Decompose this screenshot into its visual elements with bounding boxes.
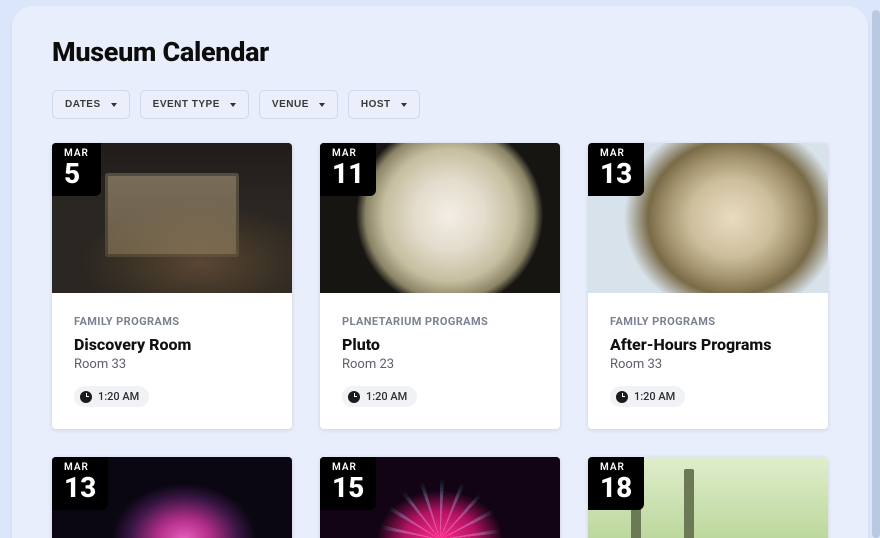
filter-event-type[interactable]: EVENT TYPE: [140, 90, 249, 119]
filter-bar: DATES EVENT TYPE VENUE HOST: [52, 90, 828, 119]
date-badge: MAR 13: [52, 457, 108, 510]
event-card[interactable]: MAR 18: [588, 457, 828, 538]
date-day: 13: [64, 474, 96, 502]
filter-label: EVENT TYPE: [153, 99, 220, 110]
event-body: PLANETARIUM PROGRAMS Pluto Room 23 1:20 …: [320, 293, 560, 429]
event-card[interactable]: MAR 13: [52, 457, 292, 538]
clock-icon: [616, 391, 628, 403]
filter-dates[interactable]: DATES: [52, 90, 130, 119]
filter-label: DATES: [65, 99, 101, 110]
date-badge: MAR 5: [52, 143, 101, 196]
event-body: FAMILY PROGRAMS Discovery Room Room 33 1…: [52, 293, 292, 429]
clock-icon: [348, 391, 360, 403]
date-badge: MAR 15: [320, 457, 376, 510]
date-day: 5: [64, 160, 89, 188]
filter-label: VENUE: [272, 99, 309, 110]
date-badge: MAR 18: [588, 457, 644, 510]
date-day: 13: [600, 160, 632, 188]
event-thumbnail: MAR 13: [52, 457, 292, 538]
event-card[interactable]: MAR 5 FAMILY PROGRAMS Discovery Room Roo…: [52, 143, 292, 429]
chevron-down-icon: [230, 103, 236, 107]
event-time: 1:20 AM: [366, 390, 407, 403]
date-day: 11: [332, 160, 364, 188]
event-thumbnail: MAR 18: [588, 457, 828, 538]
date-badge: MAR 13: [588, 143, 644, 196]
event-body: FAMILY PROGRAMS After-Hours Programs Roo…: [588, 293, 828, 429]
event-room: Room 23: [342, 357, 538, 372]
event-title: Discovery Room: [74, 335, 270, 354]
date-day: 18: [600, 474, 632, 502]
event-time-chip: 1:20 AM: [610, 386, 685, 407]
event-card[interactable]: MAR 15: [320, 457, 560, 538]
date-badge: MAR 11: [320, 143, 376, 196]
event-category: FAMILY PROGRAMS: [610, 315, 806, 328]
event-time: 1:20 AM: [634, 390, 675, 403]
chevron-down-icon: [111, 103, 117, 107]
event-grid: MAR 5 FAMILY PROGRAMS Discovery Room Roo…: [52, 143, 828, 538]
clock-icon: [80, 391, 92, 403]
chevron-down-icon: [401, 103, 407, 107]
event-category: FAMILY PROGRAMS: [74, 315, 270, 328]
filter-venue[interactable]: VENUE: [259, 90, 338, 119]
event-room: Room 33: [74, 357, 270, 372]
event-card[interactable]: MAR 13 FAMILY PROGRAMS After-Hours Progr…: [588, 143, 828, 429]
date-day: 15: [332, 474, 364, 502]
event-thumbnail: MAR 13: [588, 143, 828, 293]
event-category: PLANETARIUM PROGRAMS: [342, 315, 538, 328]
event-title: After-Hours Programs: [610, 335, 806, 354]
calendar-page: Museum Calendar DATES EVENT TYPE VENUE H…: [12, 6, 868, 538]
app-panel: Museum Calendar DATES EVENT TYPE VENUE H…: [12, 6, 868, 538]
date-month: MAR: [332, 463, 364, 473]
event-room: Room 33: [610, 357, 806, 372]
filter-host[interactable]: HOST: [348, 90, 420, 119]
page-title: Museum Calendar: [52, 36, 828, 68]
chevron-down-icon: [319, 103, 325, 107]
event-time-chip: 1:20 AM: [342, 386, 417, 407]
event-time-chip: 1:20 AM: [74, 386, 149, 407]
event-title: Pluto: [342, 335, 538, 354]
event-card[interactable]: MAR 11 PLANETARIUM PROGRAMS Pluto Room 2…: [320, 143, 560, 429]
event-thumbnail: MAR 15: [320, 457, 560, 538]
event-time: 1:20 AM: [98, 390, 139, 403]
event-thumbnail: MAR 11: [320, 143, 560, 293]
event-thumbnail: MAR 5: [52, 143, 292, 293]
filter-label: HOST: [361, 99, 391, 110]
